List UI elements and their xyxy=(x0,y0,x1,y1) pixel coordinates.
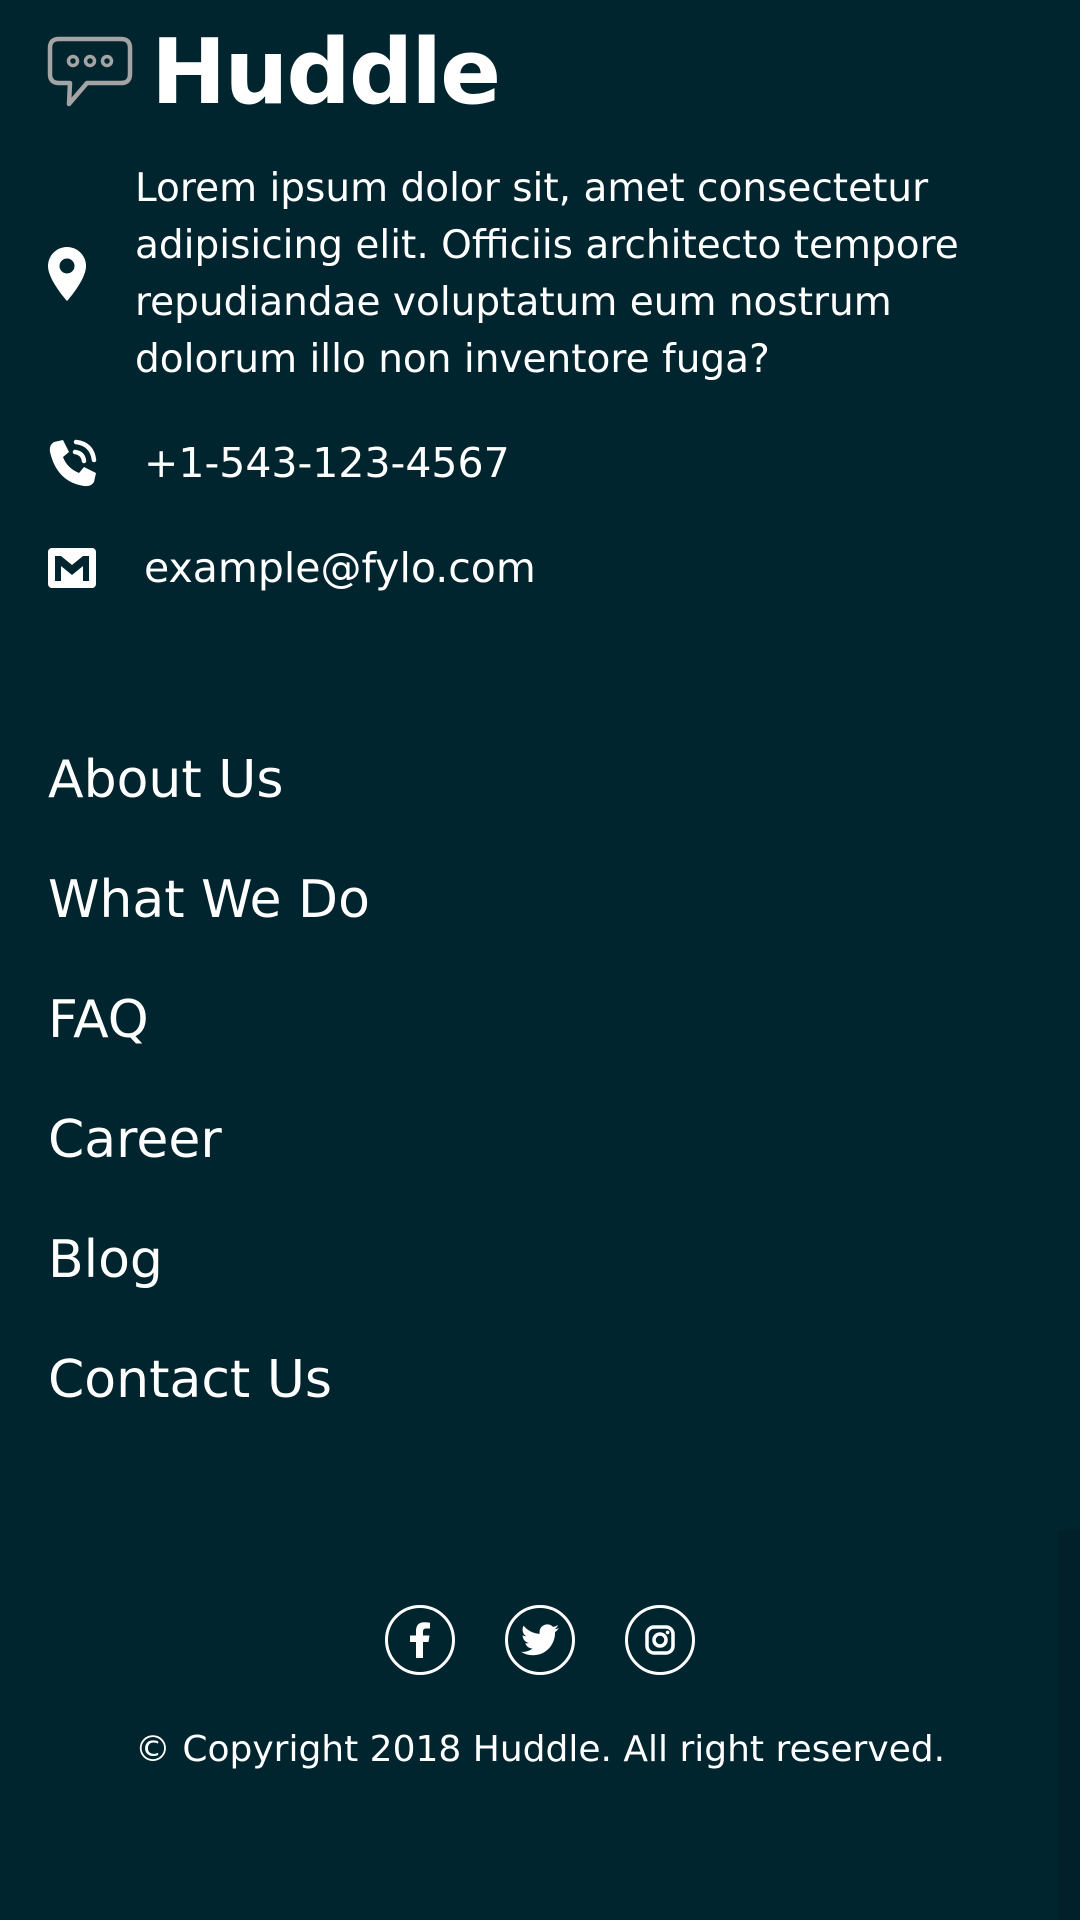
social-links xyxy=(0,1605,1080,1675)
address-text: Lorem ipsum dolor sit, amet consectetur … xyxy=(135,166,959,382)
brand-logo[interactable]: Huddle xyxy=(47,20,501,125)
nav-link-blog[interactable]: Blog xyxy=(48,1220,163,1300)
nav-item: About Us xyxy=(48,740,370,860)
nav-item: FAQ xyxy=(48,980,370,1100)
twitter-button[interactable] xyxy=(505,1605,575,1675)
contact-address: Lorem ipsum dolor sit, amet consectetur … xyxy=(48,160,1028,388)
copyright-text: © Copyright 2018 Huddle. All right reser… xyxy=(134,1729,946,1770)
twitter-icon xyxy=(521,1624,559,1656)
contact-email[interactable]: example@fylo.com xyxy=(48,540,536,596)
email-address[interactable]: example@fylo.com xyxy=(144,540,536,596)
nav-link-contact-us[interactable]: Contact Us xyxy=(48,1340,332,1420)
nav-item: Contact Us xyxy=(48,1340,370,1460)
phone-number[interactable]: +1-543-123-4567 xyxy=(144,435,510,491)
scrollbar[interactable] xyxy=(1058,1530,1080,1920)
nav-item: Career xyxy=(48,1100,370,1220)
footer-page: Huddle Lorem ipsum dolor sit, amet conse… xyxy=(0,0,1080,1920)
nav-link-what-we-do[interactable]: What We Do xyxy=(48,860,370,940)
footer-nav: About Us What We Do FAQ Career Blog Cont… xyxy=(48,740,370,1460)
nav-item: What We Do xyxy=(48,860,370,980)
location-pin-icon xyxy=(48,247,98,301)
nav-link-career[interactable]: Career xyxy=(48,1100,222,1180)
nav-link-faq[interactable]: FAQ xyxy=(48,980,149,1060)
facebook-icon xyxy=(410,1622,430,1658)
contact-phone[interactable]: +1-543-123-4567 xyxy=(48,435,510,491)
chat-bubble-icon xyxy=(47,36,133,107)
nav-link-about-us[interactable]: About Us xyxy=(48,740,283,820)
brand-name: Huddle xyxy=(151,20,501,125)
instagram-icon xyxy=(645,1625,675,1655)
instagram-button[interactable] xyxy=(625,1605,695,1675)
phone-icon xyxy=(48,438,98,488)
mail-icon xyxy=(48,543,98,593)
nav-item: Blog xyxy=(48,1220,370,1340)
facebook-button[interactable] xyxy=(385,1605,455,1675)
